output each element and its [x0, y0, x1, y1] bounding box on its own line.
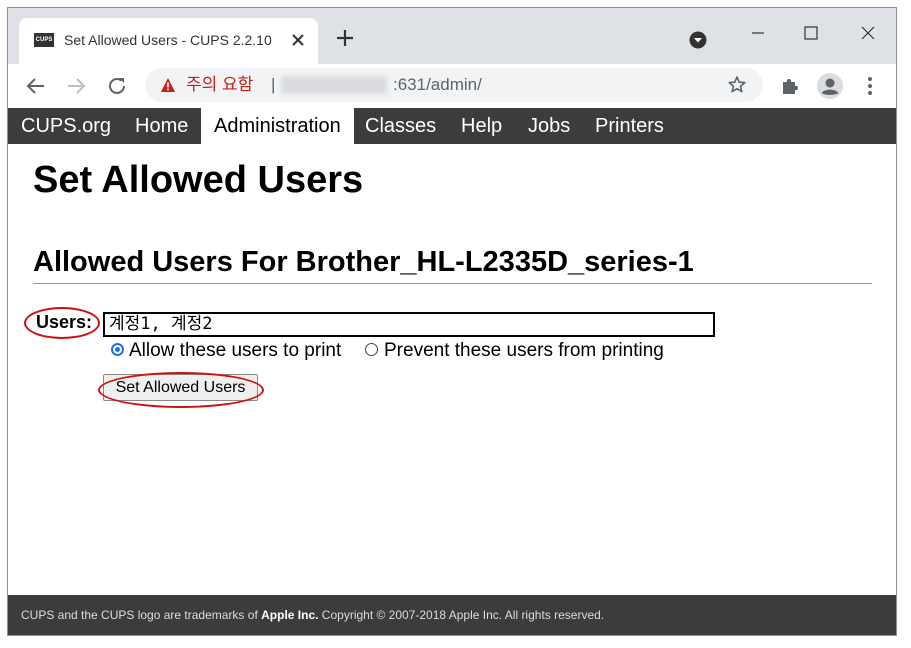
cups-nav-bar: CUPS.org Home Administration Classes Hel… [8, 108, 896, 144]
page-footer: CUPS and the CUPS logo are trademarks of… [8, 595, 896, 635]
address-bar[interactable]: 주의 요함 | :631/admin/ [145, 68, 763, 102]
users-label: Users: [36, 312, 93, 332]
warning-triangle-icon[interactable] [160, 77, 176, 93]
page-title: Set Allowed Users [33, 159, 364, 201]
nav-item-jobs[interactable]: Jobs [528, 108, 570, 144]
tab-strip: CUPS Set Allowed Users - CUPS 2.2.10 [8, 8, 896, 64]
nav-item-administration[interactable]: Administration [201, 108, 354, 144]
browser-toolbar: 주의 요함 | :631/admin/ [8, 64, 896, 108]
nav-item-home[interactable]: Home [135, 108, 188, 144]
back-arrow-icon[interactable] [24, 74, 48, 98]
browser-tab[interactable]: CUPS Set Allowed Users - CUPS 2.2.10 [19, 18, 318, 64]
tab-search-icon[interactable] [688, 30, 708, 50]
new-tab-icon[interactable] [332, 25, 358, 51]
nav-item-help[interactable]: Help [461, 108, 502, 144]
bookmark-star-icon[interactable] [727, 75, 747, 95]
footer-text-start: CUPS and the CUPS logo are trademarks of [21, 608, 262, 622]
nav-item-cups-org[interactable]: CUPS.org [21, 108, 111, 144]
window-close-icon[interactable] [845, 18, 891, 48]
allow-radio[interactable] [111, 343, 124, 356]
reload-icon[interactable] [105, 74, 129, 98]
allow-radio-label[interactable]: Allow these users to print [129, 340, 341, 362]
cups-favicon-icon: CUPS [34, 33, 54, 47]
url-separator: | [271, 75, 276, 94]
set-allowed-users-button[interactable]: Set Allowed Users [103, 374, 258, 401]
extensions-puzzle-icon[interactable] [778, 74, 802, 98]
tab-title: Set Allowed Users - CUPS 2.2.10 [64, 32, 272, 48]
nav-item-printers[interactable]: Printers [595, 108, 664, 144]
footer-copyright: Copyright © 2007-2018 Apple Inc. All rig… [318, 608, 605, 622]
footer-brand: Apple Inc. [261, 608, 319, 622]
maximize-icon[interactable] [788, 18, 834, 48]
minimize-icon[interactable] [735, 18, 781, 48]
deny-radio-label[interactable]: Prevent these users from printing [384, 340, 664, 362]
page-subtitle: Allowed Users For Brother_HL-L2335D_seri… [33, 246, 694, 278]
not-secure-label[interactable]: 주의 요함 [186, 75, 253, 95]
deny-radio[interactable] [365, 343, 378, 356]
close-tab-icon[interactable] [287, 29, 309, 51]
users-input[interactable]: 계정1, 계정2 [103, 312, 715, 337]
browser-window: CUPS Set Allowed Users - CUPS 2.2.10 주의 … [7, 7, 897, 636]
nav-item-classes[interactable]: Classes [365, 108, 436, 144]
more-menu-icon[interactable] [858, 74, 882, 98]
forward-arrow-icon[interactable] [64, 74, 88, 98]
profile-avatar-icon[interactable] [816, 72, 844, 100]
page-content: Set Allowed Users Allowed Users For Brot… [8, 144, 896, 595]
divider [33, 283, 872, 284]
blurred-host [281, 76, 387, 94]
url-path[interactable]: :631/admin/ [393, 75, 482, 95]
